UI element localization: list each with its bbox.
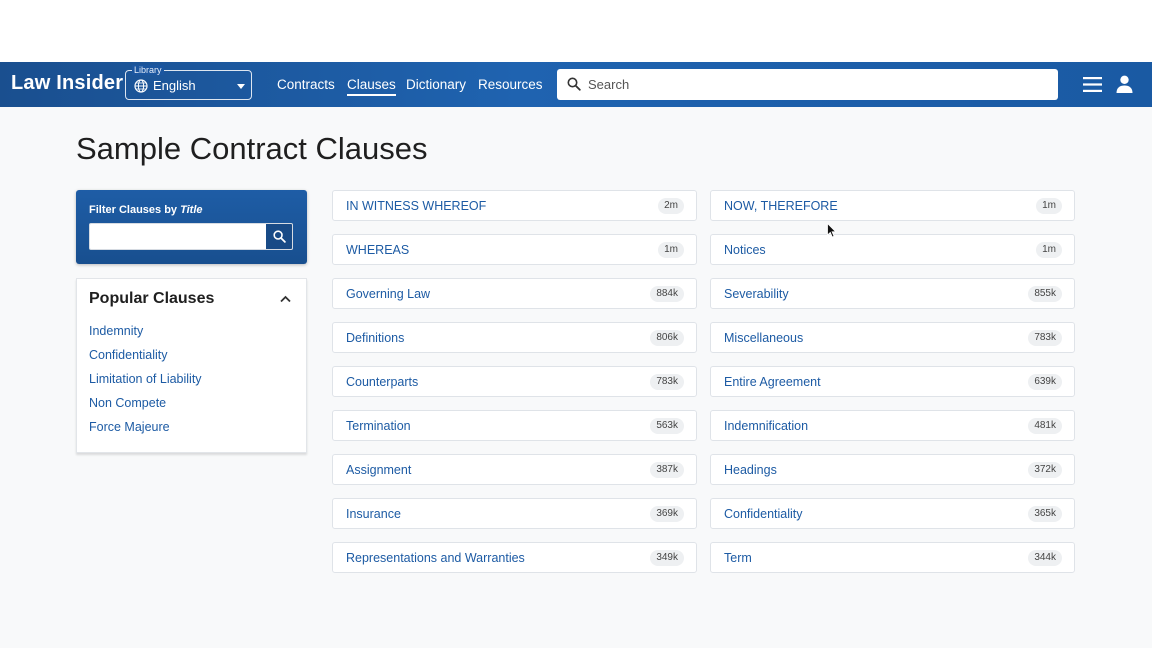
clause-card[interactable]: Confidentiality 365k: [710, 498, 1075, 529]
popular-clauses-list: Indemnity Confidentiality Limitation of …: [89, 323, 202, 443]
clause-name: Definitions: [346, 331, 405, 345]
nav-resources[interactable]: Resources: [478, 77, 543, 92]
nav-clauses[interactable]: Clauses: [347, 77, 396, 96]
site-logo[interactable]: Law Insider: [11, 72, 123, 95]
clause-count-badge: 1m: [1036, 198, 1062, 214]
clause-count-badge: 344k: [1028, 550, 1062, 566]
page-title: Sample Contract Clauses: [76, 131, 428, 166]
clause-card[interactable]: Notices 1m: [710, 234, 1075, 265]
caret-down-icon: [237, 84, 245, 89]
popular-clause-link[interactable]: Confidentiality: [89, 347, 202, 371]
user-account-icon[interactable]: [1116, 75, 1133, 93]
clause-card[interactable]: NOW, THEREFORE 1m: [710, 190, 1075, 221]
clause-card[interactable]: Indemnification 481k: [710, 410, 1075, 441]
popular-clause-link[interactable]: Indemnity: [89, 323, 202, 347]
clause-card[interactable]: Headings 372k: [710, 454, 1075, 485]
clause-name: Counterparts: [346, 375, 419, 389]
clause-card[interactable]: Miscellaneous 783k: [710, 322, 1075, 353]
clause-name: Assignment: [346, 463, 412, 477]
clause-count-badge: 387k: [650, 462, 684, 478]
filter-label-prefix: Filter Clauses by: [89, 204, 181, 216]
clause-card[interactable]: Insurance 369k: [332, 498, 697, 529]
clause-card[interactable]: Entire Agreement 639k: [710, 366, 1075, 397]
clause-name: Miscellaneous: [724, 331, 804, 345]
clause-card[interactable]: Termination 563k: [332, 410, 697, 441]
library-select-label: Library: [132, 65, 164, 75]
clause-name: NOW, THEREFORE: [724, 199, 838, 213]
clause-count-badge: 563k: [650, 418, 684, 434]
clause-count-badge: 481k: [1028, 418, 1062, 434]
clause-name: Term: [724, 551, 752, 565]
clause-count-badge: 1m: [1036, 242, 1062, 258]
globe-icon: [134, 79, 148, 93]
clause-card[interactable]: Term 344k: [710, 542, 1075, 573]
popular-clause-link[interactable]: Limitation of Liability: [89, 371, 202, 395]
clause-count-badge: 365k: [1028, 506, 1062, 522]
filter-clauses-panel: Filter Clauses by Title: [76, 190, 307, 264]
popular-clause-link[interactable]: Non Compete: [89, 395, 202, 419]
clause-name: Governing Law: [346, 287, 431, 301]
filter-label: Filter Clauses by Title: [89, 204, 203, 216]
clause-card[interactable]: Definitions 806k: [332, 322, 697, 353]
search-input[interactable]: [588, 74, 1038, 95]
popular-clauses-title: Popular Clauses: [89, 290, 215, 307]
popular-clauses-panel: Popular Clauses Indemnity Confidentialit…: [76, 278, 307, 453]
mouse-pointer-icon: [827, 223, 837, 238]
filter-search-button[interactable]: [266, 223, 293, 250]
chevron-up-icon[interactable]: [280, 295, 291, 303]
clause-name: Headings: [724, 463, 777, 477]
clause-name: IN WITNESS WHEREOF: [346, 199, 487, 213]
clause-name: Entire Agreement: [724, 375, 821, 389]
clause-name: Notices: [724, 243, 766, 257]
filter-title-input[interactable]: [89, 223, 267, 250]
clause-name: Termination: [346, 419, 411, 433]
search-icon: [567, 77, 581, 91]
clause-card[interactable]: Governing Law 884k: [332, 278, 697, 309]
clause-name: Confidentiality: [724, 507, 803, 521]
clause-name: Indemnification: [724, 419, 809, 433]
clause-card[interactable]: Representations and Warranties 349k: [332, 542, 697, 573]
clause-name: WHEREAS: [346, 243, 410, 257]
clause-card[interactable]: Severability 855k: [710, 278, 1075, 309]
clause-count-badge: 349k: [650, 550, 684, 566]
clause-count-badge: 884k: [650, 286, 684, 302]
popular-clause-link[interactable]: Force Majeure: [89, 419, 202, 443]
clause-count-badge: 2m: [658, 198, 684, 214]
clause-count-badge: 783k: [650, 374, 684, 390]
clause-count-badge: 855k: [1028, 286, 1062, 302]
nav-contracts[interactable]: Contracts: [277, 77, 335, 92]
hamburger-menu-icon[interactable]: [1083, 77, 1102, 92]
clause-name: Insurance: [346, 507, 401, 521]
clause-count-badge: 369k: [650, 506, 684, 522]
library-select[interactable]: Library English: [125, 65, 252, 100]
clause-count-badge: 372k: [1028, 462, 1062, 478]
site-search: [557, 69, 1058, 100]
clause-card[interactable]: Assignment 387k: [332, 454, 697, 485]
clause-count-badge: 639k: [1028, 374, 1062, 390]
filter-label-emphasis: Title: [180, 204, 203, 216]
clause-count-badge: 806k: [650, 330, 684, 346]
clause-count-badge: 1m: [658, 242, 684, 258]
top-blank-area: [0, 0, 1152, 62]
clause-name: Severability: [724, 287, 789, 301]
search-icon: [273, 230, 286, 243]
clause-card[interactable]: Counterparts 783k: [332, 366, 697, 397]
clause-name: Representations and Warranties: [346, 551, 525, 565]
clause-card[interactable]: WHEREAS 1m: [332, 234, 697, 265]
clause-card[interactable]: IN WITNESS WHEREOF 2m: [332, 190, 697, 221]
library-select-value: English: [153, 78, 196, 93]
nav-dictionary[interactable]: Dictionary: [406, 77, 466, 92]
clause-count-badge: 783k: [1028, 330, 1062, 346]
top-navbar: Law Insider Library English Contracts Cl…: [0, 62, 1152, 107]
